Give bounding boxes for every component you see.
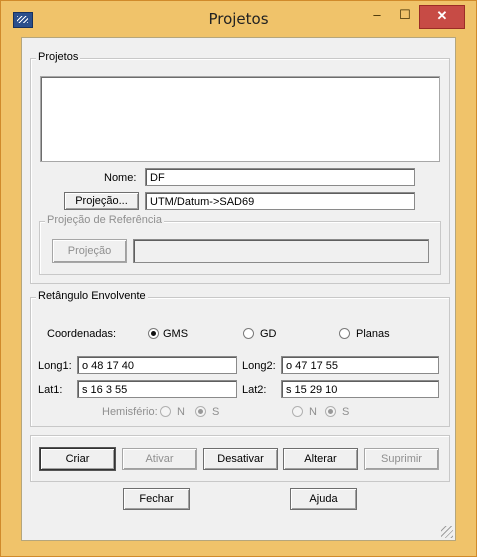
title-bar[interactable]: Projetos – ☐ ✕ — [1, 1, 476, 37]
lat2-label: Lat2: — [242, 384, 267, 396]
desativar-button[interactable]: Desativar — [203, 448, 278, 470]
long1-field[interactable]: o 48 17 40 — [77, 356, 237, 374]
hemisferio2-n-label: N — [309, 406, 317, 418]
hemisferio1-s-label: S — [212, 406, 220, 418]
actions-group: Criar Ativar Desativar Alterar Suprimir — [30, 435, 450, 482]
projecao-field[interactable]: UTM/Datum->SAD69 — [145, 192, 415, 210]
projetos-list[interactable] — [40, 76, 440, 162]
ajuda-button[interactable]: Ajuda — [290, 488, 357, 510]
long2-field[interactable]: o 47 17 55 — [281, 356, 439, 374]
projetos-window: Projetos – ☐ ✕ Projetos Nome: DF Projeçã… — [0, 0, 477, 557]
hemisferio1-s-radio[interactable] — [195, 406, 206, 417]
lat1-field[interactable]: s 16 3 55 — [77, 380, 237, 398]
referencia-projecao-field[interactable] — [133, 239, 429, 263]
radio-planas-label[interactable]: Planas — [356, 327, 390, 341]
projetos-legend: Projetos — [36, 51, 81, 63]
retangulo-group: Retângulo Envolvente Coordenadas: GMS GD… — [30, 290, 450, 427]
nome-field[interactable]: DF — [145, 168, 415, 186]
lat2-field[interactable]: s 15 29 10 — [281, 380, 439, 398]
alterar-button[interactable]: Alterar — [283, 448, 358, 470]
hemisferio2-s-label: S — [342, 406, 350, 418]
ativar-button[interactable]: Ativar — [122, 448, 197, 470]
hemisferio-label: Hemisfério: — [102, 406, 158, 418]
hemisferio1-n-label: N — [177, 406, 185, 418]
hemisferio1-n-radio[interactable] — [160, 406, 171, 417]
lat1-label: Lat1: — [38, 384, 63, 396]
radio-planas[interactable] — [339, 328, 350, 339]
long1-label: Long1: — [38, 360, 72, 372]
nome-label: Nome: — [104, 172, 137, 184]
hemisferio2-n-radio[interactable] — [292, 406, 303, 417]
hemisferio2-s-radio[interactable] — [325, 406, 336, 417]
close-button[interactable]: ✕ — [419, 5, 465, 29]
suprimir-button[interactable]: Suprimir — [364, 448, 439, 470]
projetos-group: Projetos Nome: DF Projeção... UTM/Datum-… — [30, 51, 450, 284]
criar-button[interactable]: Criar — [40, 448, 115, 470]
minimize-button[interactable]: – — [365, 5, 389, 27]
retangulo-legend: Retângulo Envolvente — [36, 290, 148, 302]
referencia-group: Projeção de Referência Projeção — [39, 214, 441, 275]
referencia-projecao-button[interactable]: Projeção — [52, 239, 127, 263]
radio-gms[interactable] — [148, 328, 159, 339]
referencia-legend: Projeção de Referência — [45, 214, 164, 226]
fechar-button[interactable]: Fechar — [123, 488, 190, 510]
resize-grip-icon[interactable] — [441, 526, 453, 538]
radio-gms-label[interactable]: GMS — [163, 327, 188, 341]
dialog-client-area: Projetos Nome: DF Projeção... UTM/Datum-… — [21, 37, 456, 541]
projecao-button[interactable]: Projeção... — [64, 192, 139, 210]
coordenadas-label: Coordenadas: — [47, 328, 117, 340]
radio-gd[interactable] — [243, 328, 254, 339]
maximize-button[interactable]: ☐ — [393, 5, 417, 27]
radio-gd-label[interactable]: GD — [260, 327, 277, 341]
long2-label: Long2: — [242, 360, 276, 372]
